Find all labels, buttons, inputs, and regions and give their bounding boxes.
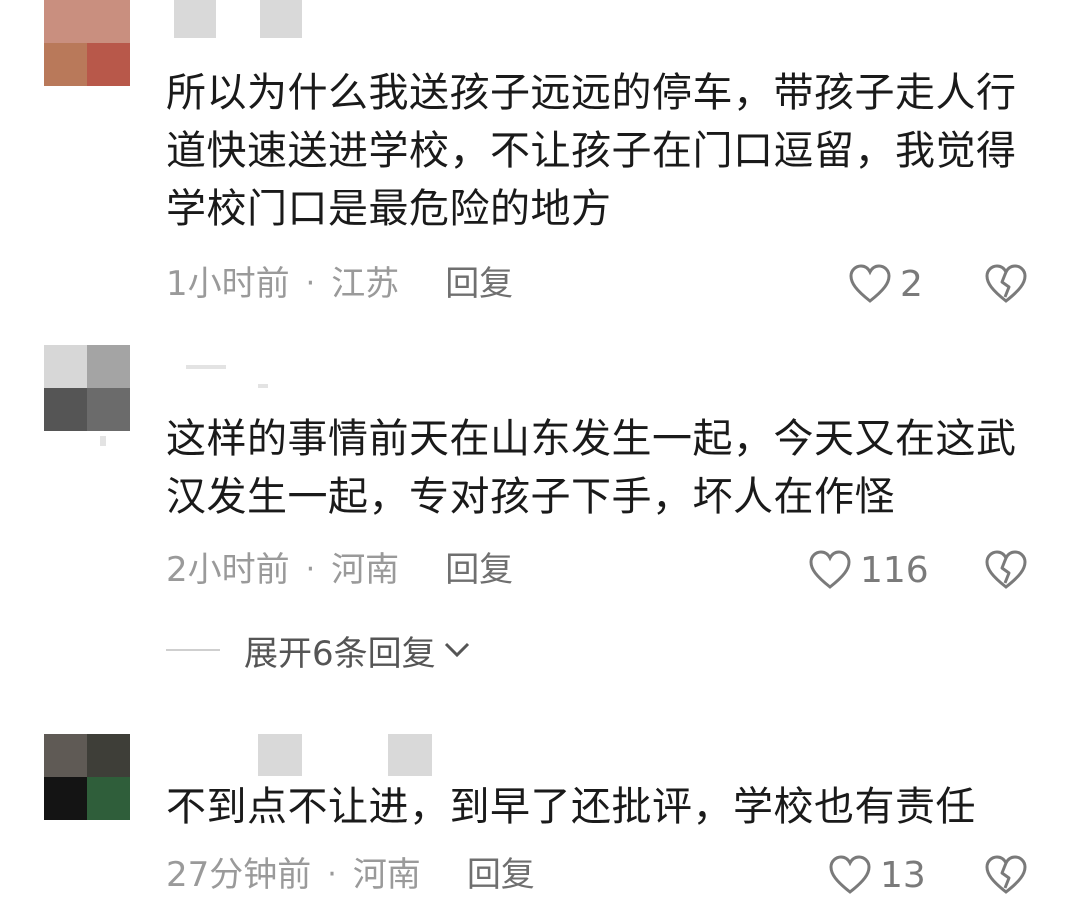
reply-button[interactable]: 回复: [445, 550, 513, 590]
reply-button[interactable]: 回复: [467, 855, 535, 895]
expand-replies-button[interactable]: 展开6条回复: [166, 630, 472, 674]
comment-time: 27分钟前: [166, 855, 312, 895]
comment-text: 不到点不让进，到早了还批评，学校也有责任: [166, 784, 976, 830]
avatar[interactable]: [44, 345, 130, 431]
username-obscured[interactable]: [174, 0, 216, 38]
heart-outline-icon: [849, 264, 891, 303]
separator: ·: [327, 857, 337, 892]
avatar[interactable]: [44, 734, 130, 820]
like-button[interactable]: 2: [848, 263, 923, 305]
comment-time: 1小时前: [166, 264, 290, 304]
username-obscured[interactable]: [258, 734, 302, 776]
reply-button[interactable]: 回复: [445, 264, 513, 304]
comment-list: 所以为什么我送孩子远远的停车，带孩子走人行道快速送进学校，不让孩子在门口逗留，我…: [0, 0, 1080, 904]
like-count: 13: [880, 854, 926, 896]
heart-outline-icon: [809, 550, 851, 589]
username-obscured[interactable]: [388, 734, 432, 776]
comment-time: 2小时前: [166, 550, 290, 590]
separator: ·: [305, 266, 316, 301]
username-obscured[interactable]: [258, 384, 268, 388]
like-count: 2: [900, 263, 923, 305]
separator: ·: [305, 552, 316, 587]
expand-divider: [166, 649, 220, 651]
comment-location: 江苏: [331, 264, 400, 304]
expand-replies-label: 展开6条回复: [244, 633, 436, 674]
comment-text: 这样的事情前天在山东发生一起，今天又在这武汉发生一起，专对孩子下手，坏人在作怪: [166, 416, 1017, 520]
broken-heart-icon[interactable]: [984, 264, 1028, 304]
chevron-down-icon: [444, 642, 469, 658]
username-obscured[interactable]: [186, 365, 226, 369]
username-obscured[interactable]: [100, 436, 106, 446]
like-button[interactable]: 116: [808, 549, 929, 591]
comment-meta: 2小时前 · 河南 回复: [166, 550, 513, 590]
broken-heart-icon[interactable]: [984, 855, 1028, 895]
username-obscured[interactable]: [260, 0, 302, 38]
comment-location: 河南: [331, 550, 400, 590]
like-count: 116: [860, 549, 929, 591]
comment-meta: 27分钟前 · 河南 回复: [166, 855, 535, 895]
heart-outline-icon: [829, 855, 871, 894]
comment-text: 所以为什么我送孩子远远的停车，带孩子走人行道快速送进学校，不让孩子在门口逗留，我…: [166, 70, 1017, 232]
avatar[interactable]: [44, 0, 130, 86]
comment-location: 河南: [352, 855, 421, 895]
comment-meta: 1小时前 · 江苏 回复: [166, 264, 513, 304]
like-button[interactable]: 13: [828, 854, 926, 896]
broken-heart-icon[interactable]: [984, 550, 1028, 590]
